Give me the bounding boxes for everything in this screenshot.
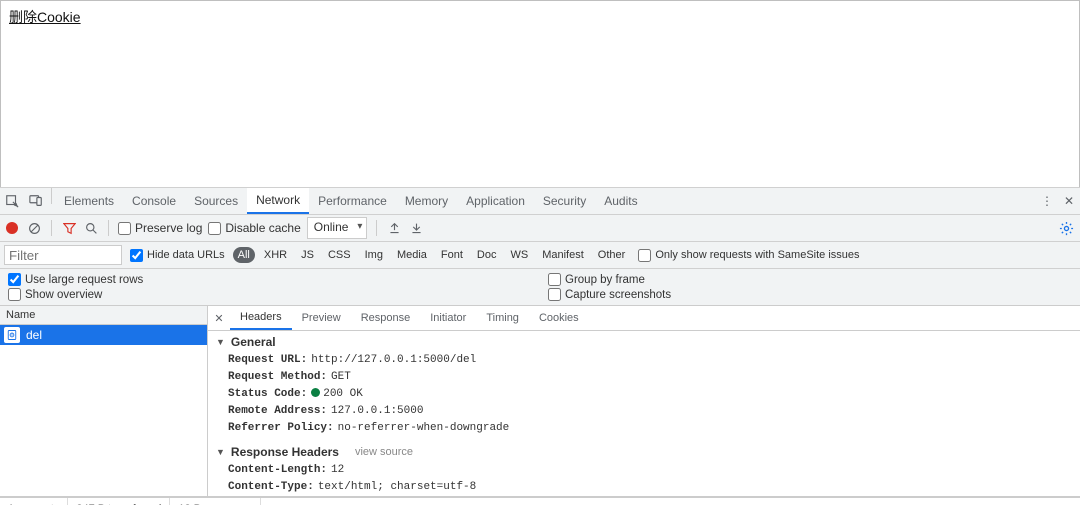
- network-toolbar: Preserve log Disable cache Online: [0, 215, 1080, 242]
- tab-sources[interactable]: Sources: [185, 188, 247, 214]
- headers-response-section: ▼ Response Headers view source Content-L…: [208, 441, 1080, 496]
- filter-input[interactable]: [4, 245, 122, 265]
- kv-value: GET: [331, 370, 351, 385]
- device-toggle-icon[interactable]: [24, 188, 48, 214]
- filter-type-manifest[interactable]: Manifest: [537, 247, 589, 263]
- import-har-icon[interactable]: [386, 220, 402, 236]
- kv-value: 200 OK: [311, 387, 363, 402]
- network-main: Name del ✕ HeadersPreviewResponseInitiat…: [0, 306, 1080, 497]
- clear-icon[interactable]: [26, 220, 42, 236]
- tab-memory[interactable]: Memory: [396, 188, 457, 214]
- request-item-name: del: [26, 328, 42, 342]
- filter-type-js[interactable]: JS: [296, 247, 319, 263]
- status-dot-icon: [311, 388, 320, 397]
- detail-tab-cookies[interactable]: Cookies: [529, 306, 589, 330]
- show-overview-checkbox[interactable]: Show overview: [8, 288, 540, 301]
- network-options: Use large request rows Show overview Gro…: [0, 269, 1080, 306]
- response-headers-header[interactable]: ▼ Response Headers view source: [216, 443, 1080, 462]
- kv-value: no-referrer-when-downgrade: [338, 421, 510, 436]
- request-list-header[interactable]: Name: [0, 306, 207, 325]
- tab-security[interactable]: Security: [534, 188, 595, 214]
- status-transferred: 247 B transferred: [68, 498, 170, 505]
- detail-tab-preview[interactable]: Preview: [292, 306, 351, 330]
- status-requests: 1 requests: [0, 498, 68, 505]
- kv-value: text/html; charset=utf-8: [318, 480, 476, 495]
- view-source-link[interactable]: view source: [355, 446, 413, 458]
- kv-key: Request Method:: [228, 370, 327, 385]
- status-resources: 12 B resources: [170, 498, 261, 505]
- disable-cache-checkbox[interactable]: Disable cache: [208, 221, 300, 235]
- detail-tabs: ✕ HeadersPreviewResponseInitiatorTimingC…: [208, 306, 1080, 331]
- filter-type-xhr[interactable]: XHR: [259, 247, 292, 263]
- use-large-rows-label: Use large request rows: [25, 274, 143, 286]
- devtools-panel: ElementsConsoleSourcesNetworkPerformance…: [0, 187, 1080, 505]
- kv-value: 127.0.0.1:5000: [331, 404, 423, 419]
- filter-type-doc[interactable]: Doc: [472, 247, 502, 263]
- throttling-dropdown[interactable]: Online: [307, 217, 368, 239]
- page-content: 删除Cookie: [0, 0, 1080, 187]
- show-overview-label: Show overview: [25, 289, 102, 301]
- settings-gear-icon[interactable]: [1059, 221, 1074, 236]
- general-header[interactable]: ▼ General: [216, 333, 1080, 352]
- network-statusbar: 1 requests 247 B transferred 12 B resour…: [0, 497, 1080, 505]
- tab-performance[interactable]: Performance: [309, 188, 396, 214]
- kv-key: Status Code:: [228, 387, 307, 402]
- headers-general-section: ▼ General Request URL: http://127.0.0.1:5…: [208, 331, 1080, 441]
- general-title: General: [231, 335, 276, 349]
- kv-key: Content-Type:: [228, 480, 314, 495]
- tab-elements[interactable]: Elements: [55, 188, 123, 214]
- delete-cookie-link[interactable]: 删除Cookie: [1, 1, 89, 33]
- hide-data-urls-checkbox[interactable]: Hide data URLs: [130, 249, 225, 262]
- search-icon[interactable]: [83, 220, 99, 236]
- more-icon[interactable]: ⋮: [1036, 194, 1058, 208]
- filter-type-ws[interactable]: WS: [505, 247, 533, 263]
- kv-key: Request URL:: [228, 353, 307, 368]
- network-filterbar: Hide data URLs AllXHRJSCSSImgMediaFontDo…: [0, 242, 1080, 269]
- detail-tab-response[interactable]: Response: [351, 306, 421, 330]
- request-item-del[interactable]: del: [0, 325, 207, 345]
- disable-cache-label: Disable cache: [225, 221, 300, 235]
- close-detail-icon[interactable]: ✕: [208, 306, 230, 330]
- group-by-frame-label: Group by frame: [565, 274, 645, 286]
- capture-screenshots-label: Capture screenshots: [565, 289, 671, 301]
- filter-type-other[interactable]: Other: [593, 247, 631, 263]
- inspect-element-icon[interactable]: [0, 188, 24, 214]
- detail-tab-initiator[interactable]: Initiator: [420, 306, 476, 330]
- devtools-tabs: ElementsConsoleSourcesNetworkPerformance…: [0, 188, 1080, 215]
- hide-data-urls-label: Hide data URLs: [147, 249, 225, 261]
- filter-type-css[interactable]: CSS: [323, 247, 356, 263]
- kv-key: Remote Address:: [228, 404, 327, 419]
- detail-tab-timing[interactable]: Timing: [476, 306, 529, 330]
- filter-toggle-icon[interactable]: [61, 220, 77, 236]
- document-icon: [4, 327, 20, 343]
- preserve-log-label: Preserve log: [135, 221, 202, 235]
- filter-type-font[interactable]: Font: [436, 247, 468, 263]
- triangle-down-icon: ▼: [216, 447, 225, 457]
- request-detail: ✕ HeadersPreviewResponseInitiatorTimingC…: [208, 306, 1080, 496]
- response-title: Response Headers: [231, 445, 339, 459]
- kv-value: 12: [331, 463, 344, 478]
- export-har-icon[interactable]: [408, 220, 424, 236]
- samesite-checkbox[interactable]: Only show requests with SameSite issues: [638, 249, 859, 262]
- preserve-log-checkbox[interactable]: Preserve log: [118, 221, 202, 235]
- tab-audits[interactable]: Audits: [595, 188, 646, 214]
- tab-console[interactable]: Console: [123, 188, 185, 214]
- kv-value: http://127.0.0.1:5000/del: [311, 353, 476, 368]
- kv-key: Content-Length:: [228, 463, 327, 478]
- filter-type-all[interactable]: All: [233, 247, 255, 263]
- triangle-down-icon: ▼: [216, 337, 225, 347]
- filter-type-img[interactable]: Img: [360, 247, 388, 263]
- detail-tab-headers[interactable]: Headers: [230, 306, 292, 330]
- close-devtools-icon[interactable]: ✕: [1058, 194, 1080, 208]
- capture-screenshots-checkbox[interactable]: Capture screenshots: [548, 288, 1080, 301]
- request-list: Name del: [0, 306, 208, 496]
- filter-type-media[interactable]: Media: [392, 247, 432, 263]
- tab-application[interactable]: Application: [457, 188, 534, 214]
- group-by-frame-checkbox[interactable]: Group by frame: [548, 273, 1080, 286]
- record-icon[interactable]: [4, 220, 20, 236]
- samesite-label: Only show requests with SameSite issues: [655, 249, 859, 261]
- tab-network[interactable]: Network: [247, 188, 309, 214]
- use-large-rows-checkbox[interactable]: Use large request rows: [8, 273, 540, 286]
- kv-key: Referrer Policy:: [228, 421, 334, 436]
